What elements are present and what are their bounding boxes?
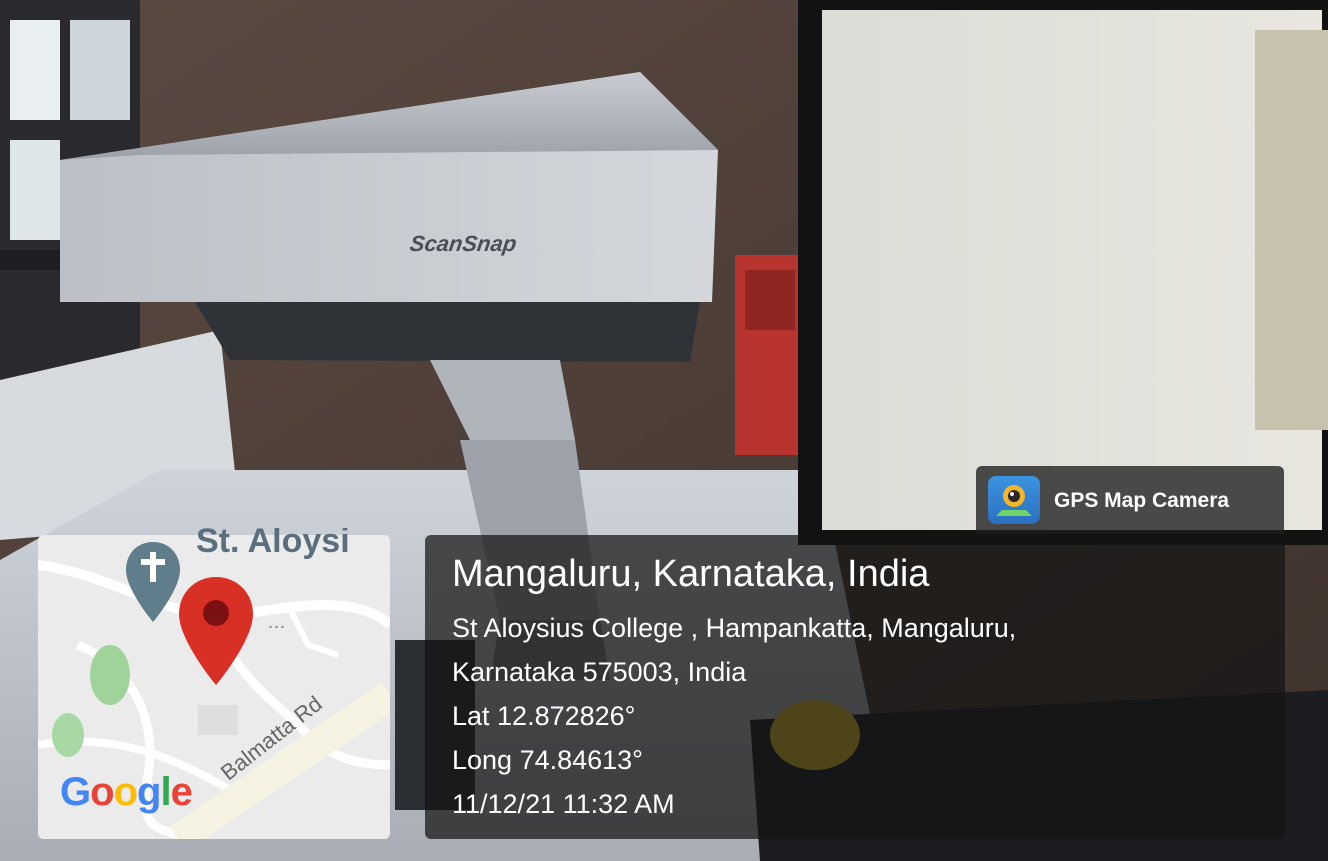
google-logo: Google: [60, 770, 193, 814]
map-pin-icon: [179, 577, 253, 685]
datetime-label: 11/12/21 11:32 AM: [452, 789, 675, 819]
address-line-1: St Aloysius College , Hampankatta, Manga…: [452, 613, 1017, 643]
scanner-brand-label: ScanSnap: [408, 231, 519, 256]
gps-camera-app-icon: [988, 476, 1040, 524]
longitude-label: Long 74.84613°: [452, 745, 643, 775]
location-title: Mangaluru, Karnataka, India: [452, 553, 930, 595]
photo-scene: ScanSnap GPS Map Camera St. Aloysi ... B…: [0, 0, 1328, 861]
camera-eye-icon: [996, 485, 1032, 516]
address-line-2: Karnataka 575003, India: [452, 657, 747, 687]
church-marker-icon: [126, 542, 180, 622]
gps-camera-label: GPS Map Camera: [1054, 489, 1230, 512]
latitude-label: Lat 12.872826°: [452, 701, 636, 731]
map-more-label: ...: [268, 612, 287, 632]
